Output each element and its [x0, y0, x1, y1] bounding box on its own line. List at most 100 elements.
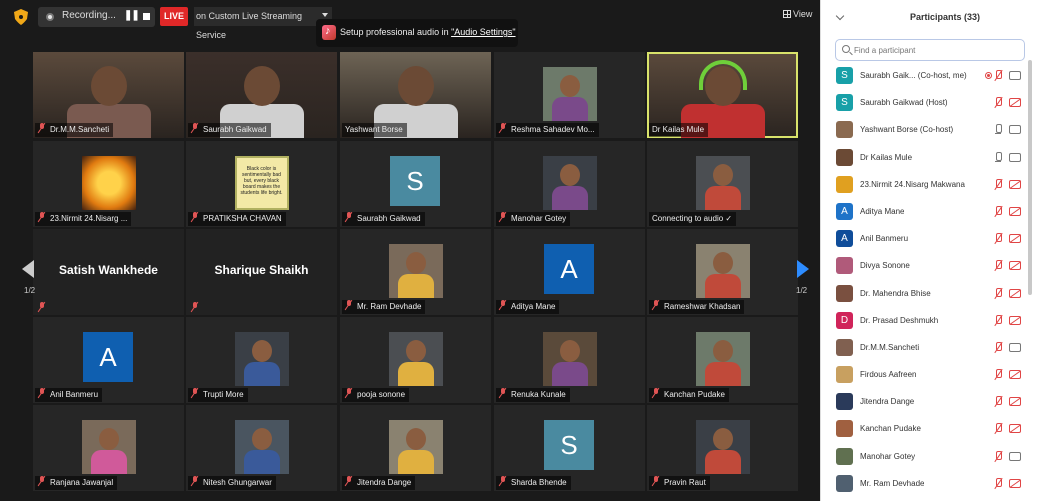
mic-icon[interactable] [993, 124, 1003, 136]
participant-row[interactable]: A Anil Banmeru [835, 226, 1027, 253]
participant-row[interactable]: Dr Kailas Mule [835, 145, 1027, 172]
participant-avatar [836, 338, 853, 356]
participant-tile[interactable]: Dr Kailas Mule [647, 52, 798, 138]
participant-tile[interactable]: Manohar Gotey [494, 141, 645, 227]
live-badge[interactable]: LIVE [160, 7, 188, 26]
participant-tile[interactable]: Reshma Sahadev Mo... [494, 52, 645, 138]
participant-tile[interactable]: Nitesh Ghungarwar [186, 405, 337, 491]
muted-mic-icon[interactable] [993, 178, 1003, 191]
participant-list: S Saurabh Gaik... (Co-host, me) S Saurabh G… [835, 63, 1027, 498]
audio-settings-link[interactable]: "Audio Settings" [451, 27, 515, 37]
participant-tile[interactable]: Dr.M.M.Sancheti [33, 52, 184, 138]
participant-tile[interactable]: 23.Nirmit 24.Nisarg ... [33, 141, 184, 227]
video-off-icon[interactable] [1009, 179, 1021, 189]
view-button[interactable]: View [783, 9, 812, 19]
participant-tile[interactable]: Connecting to audio ✓ [647, 141, 798, 227]
muted-mic-icon[interactable] [993, 70, 1003, 82]
muted-mic-icon[interactable] [993, 260, 1003, 272]
audio-settings-tooltip: Setup professional audio in "Audio Setti… [316, 19, 518, 47]
photo-person-body [551, 362, 588, 386]
profile-photo [695, 244, 750, 298]
participant-row[interactable]: Mr. Ram Devhade [835, 471, 1027, 498]
participant-tile[interactable]: S Saurabh Gaikwad [340, 141, 491, 227]
muted-mic-icon[interactable] [993, 97, 1003, 109]
participant-row[interactable]: S Saurabh Gaikwad (Host) [835, 90, 1027, 117]
video-off-icon[interactable] [1009, 98, 1021, 108]
participant-tile[interactable]: A Aditya Mane [494, 229, 645, 315]
participant-tile[interactable]: Pravin Raut [647, 405, 798, 491]
photo-person [405, 340, 426, 362]
participant-tile[interactable]: A Anil Banmeru [33, 317, 184, 403]
video-icon[interactable] [1009, 71, 1021, 80]
video-off-icon[interactable] [1009, 370, 1021, 380]
participant-avatar [836, 393, 853, 411]
participant-tile[interactable]: Trupti More [186, 317, 337, 403]
mic-icon[interactable] [993, 151, 1003, 164]
muted-mic-icon[interactable] [993, 369, 1003, 381]
photo-person [251, 340, 272, 362]
participant-tile[interactable]: Mr. Ram Devhade [340, 229, 491, 315]
participant-tile[interactable]: Rameshwar Khadsan [647, 229, 798, 315]
muted-mic-icon[interactable] [993, 477, 1003, 490]
video-icon[interactable] [1009, 152, 1021, 162]
video-icon[interactable] [1009, 451, 1021, 461]
participant-row[interactable]: D Dr. Prasad Deshmukh [835, 308, 1027, 335]
muted-mic-icon [652, 300, 660, 310]
video-off-icon[interactable] [1009, 315, 1021, 325]
pause-recording-button[interactable]: ❚❚ [124, 10, 140, 21]
video-icon[interactable] [1009, 125, 1021, 135]
participant-row[interactable]: Kanchan Pudake [835, 416, 1027, 443]
chevron-down-icon[interactable] [322, 13, 328, 17]
muted-mic-icon [652, 388, 660, 398]
participant-row[interactable]: A Aditya Mane [835, 199, 1027, 226]
participant-row[interactable]: Divya Sonone [835, 253, 1027, 280]
participant-tile[interactable]: Satish Wankhede [33, 229, 184, 315]
video-off-icon[interactable] [1009, 261, 1021, 271]
live-service-dropdown[interactable]: on Custom Live Streaming Service [194, 7, 332, 40]
participant-row[interactable]: Yashwant Borse (Co-host) [835, 117, 1027, 144]
next-page-arrow-icon[interactable] [797, 260, 809, 278]
muted-mic-icon[interactable] [993, 287, 1003, 300]
participant-tile[interactable]: Jitendra Dange [340, 405, 491, 491]
shield-icon[interactable] [14, 9, 28, 25]
muted-mic-icon[interactable] [993, 423, 1003, 435]
tile-name-label: Aditya Mane [496, 300, 560, 314]
muted-mic-icon[interactable] [993, 341, 1003, 354]
participant-tile[interactable]: Renuka Kunale [494, 317, 645, 403]
participant-tile[interactable]: Kanchan Pudake [647, 317, 798, 403]
video-off-icon[interactable] [1009, 397, 1021, 407]
participant-tile[interactable]: Ranjana Jawanjal [33, 405, 184, 491]
video-off-icon[interactable] [1009, 478, 1021, 488]
participant-row[interactable]: Dr.M.M.Sancheti [835, 335, 1027, 362]
muted-mic-icon[interactable] [993, 233, 1003, 245]
muted-mic-icon[interactable] [993, 314, 1003, 327]
photo-person-body [397, 450, 434, 474]
photo-person-body [704, 186, 741, 210]
muted-mic-icon[interactable] [993, 396, 1003, 408]
search-input[interactable] [854, 43, 1019, 57]
participant-tile[interactable]: Saurabh Gaikwad [186, 52, 337, 138]
video-off-icon[interactable] [1009, 288, 1021, 298]
participant-row[interactable]: S Saurabh Gaik... (Co-host, me) [835, 63, 1027, 90]
participant-row[interactable]: Firdous Aafreen [835, 362, 1027, 389]
previous-page-arrow-icon[interactable] [22, 260, 34, 278]
participant-list-scrollbar[interactable] [1028, 60, 1032, 295]
video-off-icon[interactable] [1009, 206, 1021, 216]
participant-avatar [836, 420, 853, 438]
video-off-icon[interactable] [1009, 234, 1021, 244]
participant-row[interactable]: Dr. Mahendra Bhise [835, 281, 1027, 308]
participant-row[interactable]: Jitendra Dange [835, 389, 1027, 416]
participant-tile[interactable]: pooja sonone [340, 317, 491, 403]
stop-recording-button[interactable] [143, 13, 150, 20]
participant-tile[interactable]: Yashwant Borse [340, 52, 491, 138]
muted-mic-icon[interactable] [993, 450, 1003, 463]
participant-tile[interactable]: S Sharda Bhende [494, 405, 645, 491]
participant-tile[interactable]: Black color is sentimentally bad but, ev… [186, 141, 337, 227]
participant-row[interactable]: Manohar Gotey [835, 444, 1027, 471]
muted-mic-icon[interactable] [993, 205, 1003, 218]
video-icon[interactable] [1009, 342, 1021, 352]
video-off-icon[interactable] [1009, 424, 1021, 434]
profile-photo [81, 420, 136, 474]
participant-tile[interactable]: Sharique Shaikh [186, 229, 337, 315]
participant-row[interactable]: 23.Nirmit 24.Nisarg Makwana [835, 172, 1027, 199]
